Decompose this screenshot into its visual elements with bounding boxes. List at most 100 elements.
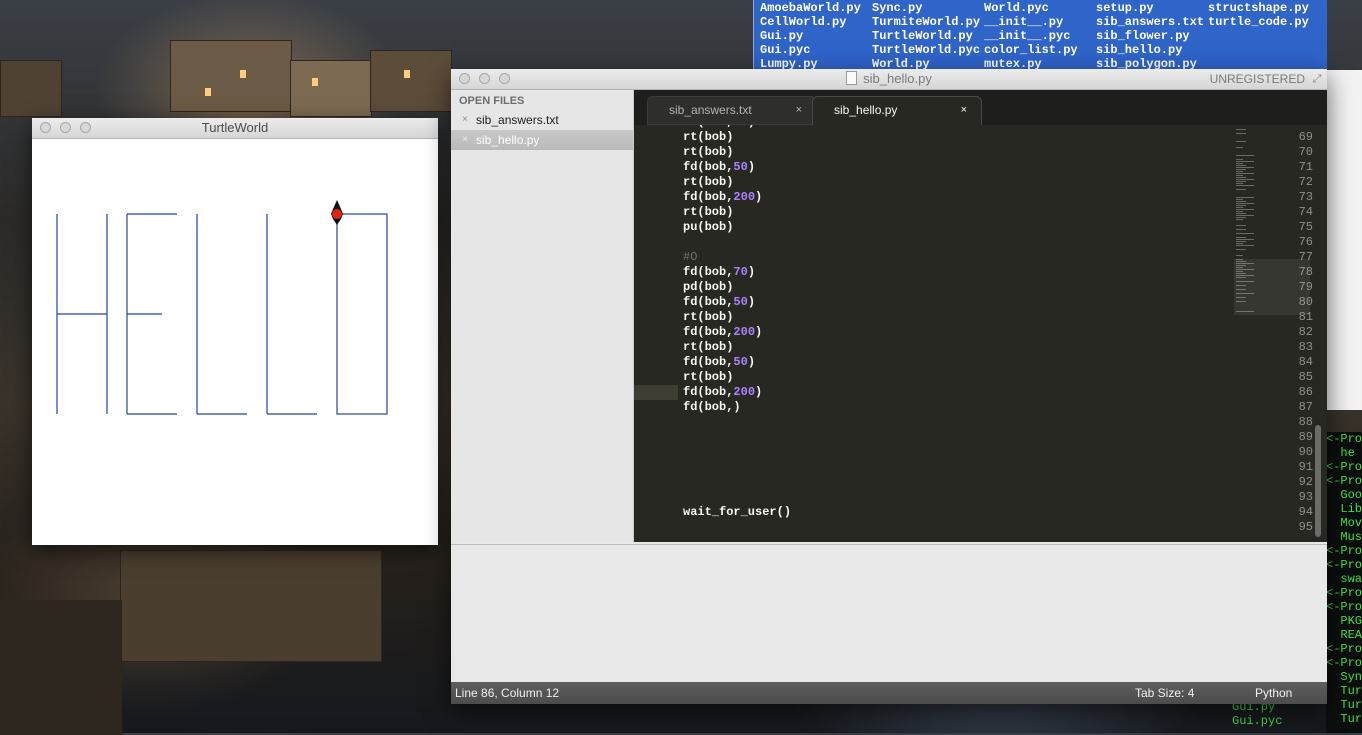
turtleworld-titlebar[interactable]: TurtleWorld [32,118,438,139]
minimap-line [1236,197,1254,198]
minimap-viewport[interactable] [1234,259,1310,315]
minimap-line [1236,207,1243,208]
minimap-line [1236,165,1246,166]
minimap-line [1236,201,1246,202]
minimap-line [1236,181,1246,182]
file-entry: TurmiteWorld.py [872,15,981,29]
line-number: 92 [1298,475,1313,489]
sublime-titlebar[interactable]: sib_hello.py UNREGISTERED ⤢ [451,69,1327,90]
minimize-window-button[interactable] [60,122,71,133]
code-line[interactable]: #O [683,250,697,265]
file-entry: World.pyc [984,1,1049,15]
minimap-line [1236,173,1254,174]
vertical-scrollbar[interactable] [1315,425,1321,537]
code-line[interactable]: fd(bob,50) [683,295,755,310]
code-line[interactable]: rt(bob) [683,145,733,160]
code-line[interactable]: rt(bob) [683,370,733,385]
minimap-line [1236,129,1246,130]
open-file-label: sib_answers.txt [476,113,559,127]
tab-close-icon[interactable]: × [961,97,967,123]
current-line-highlight [634,385,678,400]
file-entry [1208,29,1320,43]
terminal-line: <-Pro [1326,558,1362,572]
code-line[interactable]: fd(bob,50) [683,355,755,370]
code-line[interactable]: fd(bob,200) [683,325,762,340]
terminal-line: PKG [1326,614,1362,628]
code-line[interactable]: wait_for_user() [683,505,791,520]
minimap-line [1236,249,1246,250]
tab-label: sib_hello.py [834,103,898,117]
minimap-line [1236,215,1254,216]
open-file-item[interactable]: × sib_hello.py [451,130,633,150]
file-entry: Gui.py [760,29,804,43]
tab-sib-hello[interactable]: sib_hello.py × [812,96,982,125]
minimap[interactable] [1234,125,1312,325]
file-entry: __init__.pyc [984,29,1071,43]
code-editor[interactable]: 68fd(bob,50)69rt(bob)70rt(bob)71fd(bob,5… [634,125,1327,542]
code-line[interactable]: rt(bob) [683,130,733,145]
minimap-line [1236,229,1246,230]
code-line[interactable]: fd(bob,50) [683,160,755,175]
minimap-line [1236,211,1243,212]
code-line[interactable]: rt(bob) [683,175,733,190]
terminal-line: he [1326,446,1355,460]
console-panel[interactable] [451,544,1327,683]
line-number: 88 [1298,415,1313,429]
terminal-window: <-Pro he <-Pro <-Pro Goo Lib Mov Mus <-Pro <… [1326,432,1362,733]
unregistered-label: UNREGISTERED [1209,72,1305,86]
fullscreen-icon[interactable]: ⤢ [1311,73,1323,85]
minimap-line [1236,159,1243,160]
code-line[interactable]: pd(bob) [683,280,733,295]
line-number: 94 [1298,505,1313,519]
terminal-line: Tur [1326,698,1362,712]
minimap-line [1236,233,1254,234]
code-line[interactable]: fd(bob,) [683,400,741,415]
minimap-line [1236,161,1254,162]
close-window-button[interactable] [459,73,470,84]
minimap-line [1236,245,1254,246]
file-entry: Sync.py [872,1,923,15]
sublime-text-window: sib_hello.py UNREGISTERED ⤢ OPEN FILES ×… [451,69,1327,704]
close-file-icon[interactable]: × [462,130,468,150]
minimap-line [1236,243,1243,244]
terminal-line: <-Pro [1326,460,1362,474]
minimap-line [1236,213,1246,214]
tab-close-icon[interactable]: × [796,97,802,123]
document-icon [846,71,858,85]
tab-size-selector[interactable]: Tab Size: 4 [1135,682,1194,704]
code-line[interactable]: pu(bob) [683,220,733,235]
code-line[interactable]: rt(bob) [683,340,733,355]
minimap-line [1236,175,1243,176]
file-entry: setup.py [1096,1,1154,15]
open-file-item[interactable]: × sib_answers.txt [451,110,633,130]
file-entry: sib_flower.py [1096,29,1190,43]
terminal-line: <-Pro [1326,474,1362,488]
code-line[interactable]: rt(bob) [683,205,733,220]
close-window-button[interactable] [40,122,51,133]
syntax-selector[interactable]: Python [1255,682,1292,704]
code-line[interactable]: fd(bob,200) [683,385,762,400]
minimap-line [1236,171,1243,172]
tab-sib-answers[interactable]: sib_answers.txt × [647,96,817,125]
zoom-window-button[interactable] [499,73,510,84]
minimap-line [1236,167,1254,168]
code-line[interactable]: rt(bob) [683,310,733,325]
turtle-canvas[interactable] [32,139,438,545]
minimap-line [1236,169,1246,170]
minimize-window-button[interactable] [479,73,490,84]
code-line[interactable]: fd(bob,200) [683,190,762,205]
sidebar: OPEN FILES × sib_answers.txt × sib_hello.py [451,90,634,542]
minimap-line [1236,239,1254,240]
code-line[interactable]: fd(bob,70) [683,265,755,280]
minimap-line [1236,205,1246,206]
line-number: 86 [1298,385,1313,399]
minimap-line [1236,199,1243,200]
file-entry: TurtleWorld.py [872,29,973,43]
zoom-window-button[interactable] [80,122,91,133]
window-title: TurtleWorld [201,120,269,135]
minimap-line [1236,189,1246,190]
window-title: sib_hello.py [863,71,932,86]
terminal-line: Mov [1326,516,1362,530]
file-entry: turtle_code.py [1208,15,1309,29]
close-file-icon[interactable]: × [462,110,468,130]
